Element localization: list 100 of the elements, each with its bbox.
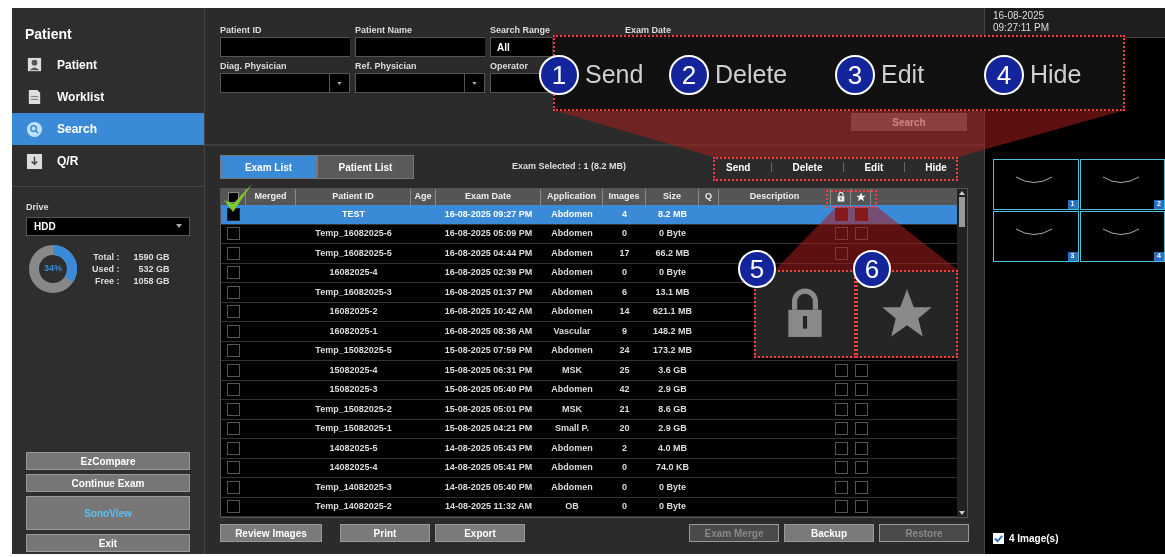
sidebar-item[interactable]: Patient [12,49,204,81]
disk-usage-donut [28,243,78,294]
row-checkbox[interactable] [227,285,240,299]
star-checkbox[interactable] [854,207,868,221]
table-cell: 25 [619,363,630,377]
column-header: Exam Date [465,190,511,204]
lock-checkbox[interactable] [834,383,848,397]
table-cell: 0 Byte [659,480,686,494]
bottom-button[interactable]: Export [435,524,525,542]
row-checkbox[interactable] [227,266,240,280]
table-cell: Temp_16082025-5 [315,246,392,260]
sidebar-button[interactable]: Continue Exam [26,474,190,492]
action-link[interactable]: Hide [921,159,951,175]
table-row[interactable]: Temp_15082025-2 15-08-2025 05:01 PM MSK 21 8.6 GB [221,400,957,420]
table-cell-text: 20 [619,422,630,435]
image-count-label: 4 Image(s) [1009,532,1059,546]
lock-checkbox[interactable] [834,441,848,455]
input-field[interactable] [220,37,350,57]
lock-checkbox[interactable] [834,207,848,221]
table-cell: Abdomen [551,441,593,455]
column-header: Q [705,190,712,204]
row-checkbox[interactable] [227,324,240,338]
lock-checkbox[interactable] [834,402,848,416]
star-checkbox[interactable] [854,383,868,397]
table-cell-text: Abdomen [551,344,593,357]
table-row[interactable]: 15082025-4 15-08-2025 06:31 PM MSK 25 3.6 GB [221,361,957,381]
table-row[interactable]: TEST 16-08-2025 09:27 PM Abdomen 4 8.2 MB [221,205,957,225]
scrollbar[interactable] [957,189,967,517]
dropdown-field[interactable] [355,73,485,93]
checkbox[interactable] [993,533,1004,544]
column-header: Age [414,190,432,204]
scroll-up-arrow-icon [959,191,965,195]
bottom-button[interactable]: Backup [784,524,874,542]
stat-value: 1058 GB [133,274,170,287]
lock-checkbox[interactable] [834,246,848,260]
sidebar-item[interactable]: Search [12,113,204,145]
download-icon [26,152,43,170]
row-checkbox[interactable] [227,402,240,416]
row-checkbox[interactable] [227,422,240,436]
row-checkbox[interactable] [227,227,240,241]
star-checkbox[interactable] [854,500,868,514]
sidebar-button[interactable]: Exit [26,534,190,552]
drive-select[interactable]: HDD [26,216,190,236]
dropdown-field[interactable] [220,73,350,93]
star-checkbox[interactable] [854,363,868,377]
lock-checkbox[interactable] [834,227,848,241]
table-row[interactable]: Temp_14082025-3 14-08-2025 05:40 PM Abdomen 0 0 Byte [221,478,957,498]
row-checkbox[interactable] [227,500,240,514]
star-checkbox[interactable] [854,227,868,241]
lock-checkbox[interactable] [834,480,848,494]
star-checkbox[interactable] [854,441,868,455]
sidebar-item[interactable]: Worklist [12,81,204,113]
row-checkbox[interactable] [227,383,240,397]
row-checkbox[interactable] [227,246,240,260]
lock-checkbox[interactable] [834,422,848,436]
table-row[interactable]: 14082025-4 14-08-2025 05:41 PM Abdomen 0 74.0 KB [221,458,957,478]
bottom-button[interactable]: Print [340,524,430,542]
action-link[interactable]: Delete [788,159,827,175]
table-cell-text: 2.9 GB [658,383,687,396]
row-checkbox[interactable] [227,480,240,494]
table-row[interactable]: Temp_15082025-1 15-08-2025 04:21 PM Small P. 20 2.9 GB [221,419,957,439]
lock-checkbox[interactable] [834,500,848,514]
table-cell-text: Abdomen [551,461,593,474]
stat-value: 532 GB [137,262,170,275]
selection-summary: Exam Selected : 1 (8.2 MB) [512,160,627,174]
star-checkbox[interactable] [854,422,868,436]
table-row[interactable]: Temp_14082025-2 14-08-2025 11:32 AM OB 0 0 Byte [221,497,957,517]
table-cell: Abdomen [551,246,593,260]
field-label: Patient Name [355,24,414,37]
lock-checkbox[interactable] [834,363,848,377]
search-icon [26,120,43,138]
range-select[interactable]: All [490,37,552,57]
star-checkbox[interactable] [854,402,868,416]
table-cell: 6 [622,285,627,299]
table-cell-text: 173.2 MB [653,344,692,357]
input-field[interactable] [355,37,485,57]
row-checkbox[interactable] [227,461,240,475]
lock-checkbox[interactable] [834,461,848,475]
tab[interactable]: Patient List [317,155,414,179]
star-checkbox[interactable] [854,480,868,494]
table-cell-text: Temp_16082025-6 [315,227,392,240]
sidebar-item[interactable]: Q/R [12,145,204,177]
star-checkbox[interactable] [854,461,868,475]
action-link[interactable]: Edit [860,159,888,175]
scrollbar-thumb[interactable] [959,197,965,227]
row-checkbox[interactable] [227,363,240,377]
person-icon [26,56,43,74]
table-cell: Temp_14082025-3 [315,480,392,494]
tab[interactable]: Exam List [220,155,317,179]
table-row[interactable]: Temp_16082025-6 16-08-2025 05:09 PM Abdomen 0 0 Byte [221,224,957,244]
table-row[interactable]: 15082025-3 15-08-2025 05:40 PM Abdomen 42 2.9 GB [221,380,957,400]
bottom-button[interactable]: Review Images [220,524,322,542]
action-link[interactable]: Send [722,159,755,175]
callout-label: Delete [715,59,788,91]
table-row[interactable]: 14082025-5 14-08-2025 05:43 PM Abdomen 2 4.0 MB [221,439,957,459]
row-checkbox[interactable] [227,344,240,358]
sidebar-button[interactable]: EzCompare [26,452,190,470]
row-checkbox[interactable] [227,305,240,319]
step-number-badge: 2 [669,55,709,95]
row-checkbox[interactable] [227,441,240,455]
